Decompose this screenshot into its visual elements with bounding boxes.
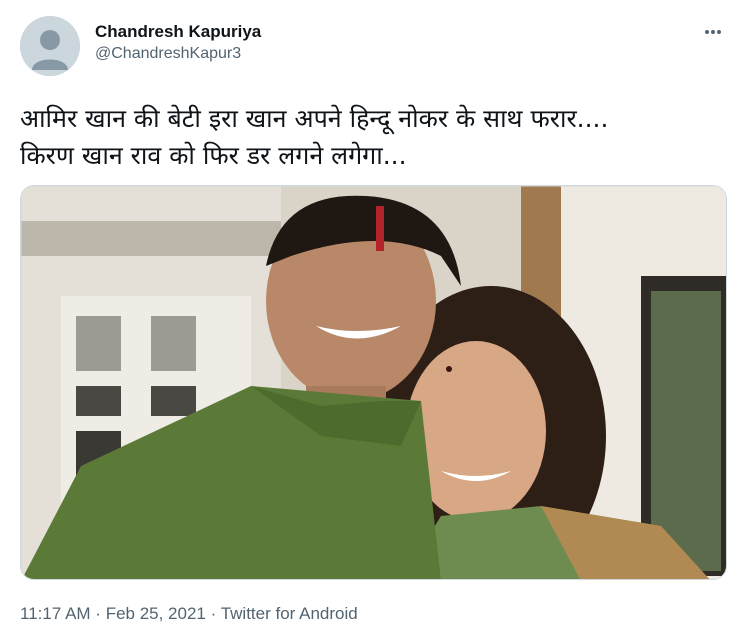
tweet-photo[interactable] (20, 185, 727, 580)
tweet-photo-image (21, 186, 726, 579)
avatar[interactable] (20, 16, 80, 76)
tweet-metadata: 11:17 AM · Feb 25, 2021 · Twitter for An… (20, 603, 358, 625)
tweet-source[interactable]: Twitter for Android (221, 604, 358, 623)
meta-separator: · (90, 604, 106, 623)
more-horizontal-icon (705, 30, 721, 34)
author-handle[interactable]: @ChandreshKapur3 (95, 44, 261, 64)
author-display-name[interactable]: Chandresh Kapuriya (95, 22, 261, 42)
more-options-button[interactable] (701, 22, 725, 42)
default-avatar-icon (20, 16, 80, 76)
tweet-text-line: आमिर खान की बेटी इरा खान अपने हिन्दू नोक… (20, 104, 609, 133)
tweet-date[interactable]: Feb 25, 2021 (106, 604, 206, 623)
meta-separator: · (205, 604, 221, 623)
tweet-text-line: किरण खान राव को फिर डर लगने लगेगा... (20, 141, 407, 170)
tweet-card: Chandresh Kapuriya @ChandreshKapur3 आमिर… (0, 0, 747, 640)
tweet-text: आमिर खान की बेटी इरा खान अपने हिन्दू नोक… (20, 100, 730, 174)
tweet-time[interactable]: 11:17 AM (20, 604, 91, 623)
author-block: Chandresh Kapuriya @ChandreshKapur3 (95, 22, 261, 64)
